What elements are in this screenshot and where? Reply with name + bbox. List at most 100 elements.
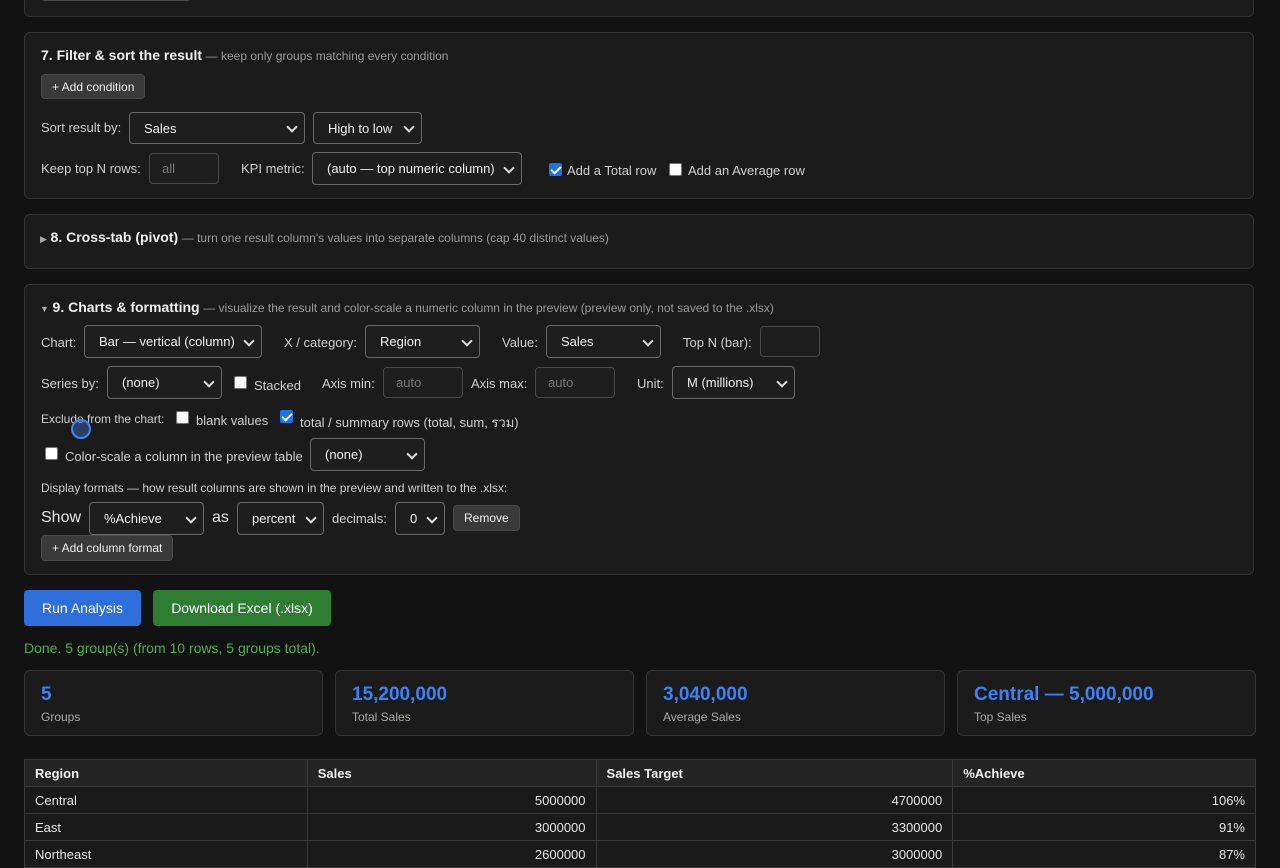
table-cell: 3300000: [595, 813, 954, 841]
kpi-card-top: Central — 5,000,000 Top Sales: [957, 670, 1256, 736]
top-n-bar-input[interactable]: [760, 326, 820, 357]
kpi-label: Average Sales: [663, 710, 741, 724]
chevron-down-icon: [243, 334, 255, 347]
top-n-label: Keep top N rows:: [41, 161, 141, 176]
unit-label: Unit:: [637, 376, 664, 391]
exclude-blank-checkbox[interactable]: [176, 411, 189, 424]
add-condition-button[interactable]: + Add condition: [41, 74, 146, 99]
series-by-select[interactable]: (none): [107, 366, 222, 399]
x-category-label: X / category:: [284, 335, 357, 350]
section-9-subtitle: — visualize the result and color-scale a…: [203, 301, 774, 315]
kpi-metric-label: KPI metric:: [241, 161, 305, 176]
exclude-totals-checkbox[interactable]: [280, 410, 293, 423]
sort-by-select[interactable]: Sales: [129, 112, 305, 144]
chevron-down-icon: [461, 334, 473, 347]
total-row-checkbox[interactable]: [549, 163, 562, 176]
unit-select[interactable]: M (millions): [672, 366, 795, 399]
column-header[interactable]: Region: [24, 759, 308, 787]
format-type-value: percent: [252, 511, 296, 526]
axis-min-input[interactable]: auto: [383, 367, 463, 398]
chevron-down-icon: [642, 334, 654, 347]
show-label: Show: [41, 509, 82, 526]
top-n-input[interactable]: all: [149, 153, 219, 184]
add-column-format-button[interactable]: + Add column format: [41, 535, 174, 561]
section-9-header[interactable]: ▼ 9. Charts & formatting — visualize the…: [40, 299, 774, 315]
section-8-title: 8. Cross-tab (pivot): [50, 229, 179, 245]
table-cell: 4700000: [595, 786, 954, 814]
table-row: East 3000000 3300000 91%: [24, 813, 1256, 841]
table-cell: 87%: [952, 840, 1256, 868]
section-6-panel: [24, 0, 1254, 17]
section-7-header: 7. Filter & sort the result — keep only …: [41, 47, 448, 63]
top-n-bar-label: Top N (bar):: [683, 335, 752, 350]
run-analysis-button[interactable]: Run Analysis: [24, 590, 141, 626]
table-row: Northeast 2600000 3000000 87%: [24, 840, 1256, 868]
kpi-label: Groups: [41, 710, 81, 724]
stacked-label: Stacked: [254, 378, 301, 393]
series-by-label: Series by:: [41, 376, 99, 391]
format-column-value: %Achieve: [104, 511, 162, 526]
x-category-select[interactable]: Region: [365, 325, 480, 358]
sort-by-value: Sales: [144, 120, 177, 136]
table-cell: 3000000: [306, 813, 597, 841]
table-header-row: Region Sales Sales Target %Achieve: [24, 759, 1256, 787]
download-excel-button[interactable]: Download Excel (.xlsx): [153, 590, 331, 626]
series-by-value: (none): [122, 375, 160, 390]
collapse-arrow-icon: ▼: [40, 304, 49, 314]
color-scale-checkbox[interactable]: [45, 447, 58, 460]
decimals-label: decimals:: [332, 511, 387, 526]
section-6-button-stub[interactable]: [41, 0, 191, 1]
chevron-down-icon: [185, 511, 197, 524]
value-label: Value:: [502, 335, 538, 350]
chart-type-select[interactable]: Bar — vertical (column): [84, 325, 262, 358]
average-row-checkbox[interactable]: [669, 163, 682, 176]
kpi-card-groups: 5 Groups: [24, 670, 323, 736]
total-row-label: Add a Total row: [567, 163, 657, 178]
section-7-title: 7. Filter & sort the result: [41, 47, 203, 63]
stacked-checkbox[interactable]: [234, 376, 247, 389]
average-row-label: Add an Average row: [688, 163, 805, 178]
color-scale-value: (none): [325, 447, 363, 462]
mouse-cursor: [71, 419, 91, 439]
exclude-blank-label: blank values: [196, 413, 269, 428]
table-cell: 91%: [952, 813, 1256, 841]
chevron-down-icon: [426, 511, 438, 524]
remove-format-button[interactable]: Remove: [453, 505, 520, 531]
exclude-totals-label: total / summary rows (total, sum, รวม): [300, 415, 519, 430]
kpi-value: 3,040,000: [663, 684, 748, 705]
decimals-select[interactable]: 0: [395, 502, 445, 535]
kpi-metric-select[interactable]: (auto — top numeric column): [312, 152, 522, 185]
table-cell: 106%: [952, 786, 1256, 814]
chevron-down-icon: [403, 121, 415, 133]
section-8-panel[interactable]: ▶ 8. Cross-tab (pivot) — turn one result…: [24, 214, 1254, 269]
chevron-down-icon: [406, 447, 418, 460]
axis-max-input[interactable]: auto: [535, 367, 615, 398]
format-type-select[interactable]: percent: [237, 502, 324, 535]
column-header[interactable]: Sales: [306, 759, 597, 787]
column-header[interactable]: %Achieve: [952, 759, 1256, 787]
color-scale-select[interactable]: (none): [310, 438, 425, 471]
sort-direction-select[interactable]: High to low: [313, 112, 422, 144]
x-category-value: Region: [380, 334, 422, 349]
result-table: Region Sales Sales Target %Achieve Centr…: [24, 759, 1256, 868]
table-row: Central 5000000 4700000 106%: [24, 786, 1256, 814]
color-scale-label: Color-scale a column in the preview tabl…: [65, 449, 303, 464]
section-8-header[interactable]: ▶ 8. Cross-tab (pivot) — turn one result…: [40, 229, 609, 245]
chart-type-label: Chart:: [41, 335, 77, 350]
value-select[interactable]: Sales: [546, 325, 661, 358]
kpi-value: Central — 5,000,000: [974, 684, 1154, 705]
axis-min-label: Axis min:: [322, 376, 375, 391]
section-9-title: 9. Charts & formatting: [52, 299, 200, 315]
section-7-panel: 7. Filter & sort the result — keep only …: [24, 32, 1254, 199]
chevron-down-icon: [776, 375, 788, 388]
chevron-down-icon: [503, 161, 515, 174]
section-7-subtitle: — keep only groups matching every condit…: [205, 49, 449, 63]
kpi-value: 15,200,000: [352, 684, 448, 705]
kpi-label: Top Sales: [974, 710, 1027, 724]
table-cell: East: [24, 813, 308, 841]
status-message: Done. 5 group(s) (from 10 rows, 5 groups…: [24, 640, 320, 656]
chevron-down-icon: [203, 375, 215, 388]
format-column-select[interactable]: %Achieve: [89, 502, 204, 535]
display-formats-label: Display formats — how result columns are…: [41, 481, 508, 495]
column-header[interactable]: Sales Target: [595, 759, 954, 787]
